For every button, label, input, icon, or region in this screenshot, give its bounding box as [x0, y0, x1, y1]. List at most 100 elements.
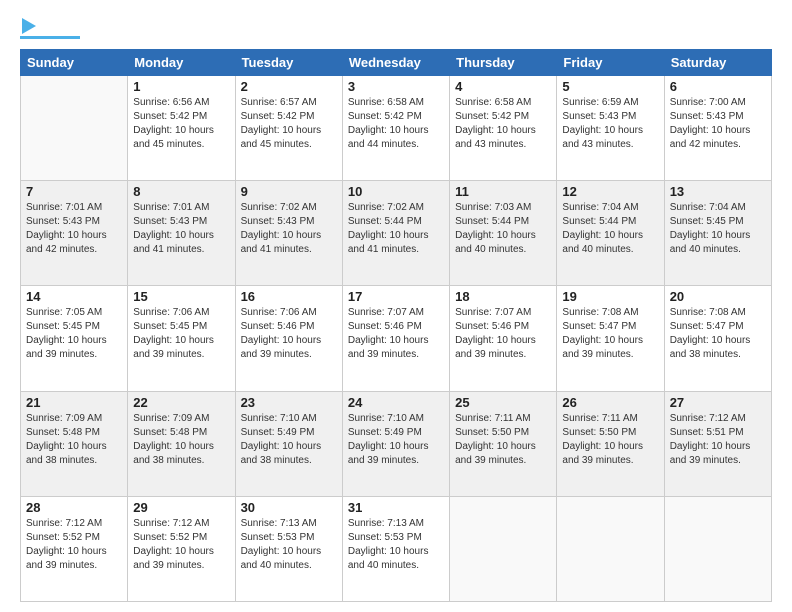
calendar-cell: 30 Sunrise: 7:13 AMSunset: 5:53 PMDayligh…: [235, 496, 342, 601]
day-number: 19: [562, 289, 658, 304]
day-number: 3: [348, 79, 444, 94]
calendar-cell: 26 Sunrise: 7:11 AMSunset: 5:50 PMDayligh…: [557, 391, 664, 496]
day-number: 20: [670, 289, 766, 304]
calendar-cell: [557, 496, 664, 601]
col-header-thursday: Thursday: [450, 50, 557, 76]
day-info: Sunrise: 7:11 AMSunset: 5:50 PMDaylight:…: [562, 412, 658, 468]
calendar-cell: 14 Sunrise: 7:05 AMSunset: 5:45 PMDayligh…: [21, 286, 128, 391]
day-info: Sunrise: 7:12 AMSunset: 5:52 PMDaylight:…: [26, 517, 122, 573]
calendar-cell: 4Sunrise: 6:58 AMSunset: 5:42 PMDaylight…: [450, 76, 557, 181]
logo-line: [20, 36, 80, 39]
logo-arrow-icon: [22, 18, 36, 34]
calendar-cell: 1 Sunrise: 6:56 AMSunset: 5:42 PMDaylight…: [128, 76, 235, 181]
day-number: 22: [133, 395, 229, 410]
col-header-monday: Monday: [128, 50, 235, 76]
day-number: 23: [241, 395, 337, 410]
day-info: Sunrise: 7:05 AMSunset: 5:45 PMDaylight:…: [26, 306, 122, 362]
col-header-sunday: Sunday: [21, 50, 128, 76]
day-info: Sunrise: 7:02 AMSunset: 5:43 PMDaylight:…: [241, 201, 337, 257]
day-info: Sunrise: 6:58 AMSunset: 5:42 PMDaylight:…: [348, 96, 444, 152]
calendar-week-row: 14 Sunrise: 7:05 AMSunset: 5:45 PMDayligh…: [21, 286, 772, 391]
calendar-cell: 15 Sunrise: 7:06 AMSunset: 5:45 PMDayligh…: [128, 286, 235, 391]
day-number: 17: [348, 289, 444, 304]
calendar-header-row: SundayMondayTuesdayWednesdayThursdayFrid…: [21, 50, 772, 76]
day-number: 15: [133, 289, 229, 304]
day-info: Sunrise: 7:13 AMSunset: 5:53 PMDaylight:…: [241, 517, 337, 573]
calendar-cell: 22 Sunrise: 7:09 AMSunset: 5:48 PMDayligh…: [128, 391, 235, 496]
day-info: Sunrise: 7:10 AMSunset: 5:49 PMDaylight:…: [348, 412, 444, 468]
day-number: 7: [26, 184, 122, 199]
day-number: 1: [133, 79, 229, 94]
day-number: 28: [26, 500, 122, 515]
day-info: Sunrise: 7:06 AMSunset: 5:45 PMDaylight:…: [133, 306, 229, 362]
calendar-cell: 24 Sunrise: 7:10 AMSunset: 5:49 PMDayligh…: [342, 391, 449, 496]
day-number: 16: [241, 289, 337, 304]
day-number: 6: [670, 79, 766, 94]
day-info: Sunrise: 7:13 AMSunset: 5:53 PMDaylight:…: [348, 517, 444, 573]
day-info: Sunrise: 7:10 AMSunset: 5:49 PMDaylight:…: [241, 412, 337, 468]
calendar-cell: 8Sunrise: 7:01 AMSunset: 5:43 PMDaylight…: [128, 181, 235, 286]
day-number: 10: [348, 184, 444, 199]
calendar-cell: 23 Sunrise: 7:10 AMSunset: 5:49 PMDayligh…: [235, 391, 342, 496]
calendar-cell: 18 Sunrise: 7:07 AMSunset: 5:46 PMDayligh…: [450, 286, 557, 391]
calendar-cell: 19Sunrise: 7:08 AMSunset: 5:47 PMDayligh…: [557, 286, 664, 391]
calendar-week-row: 28 Sunrise: 7:12 AMSunset: 5:52 PMDayligh…: [21, 496, 772, 601]
calendar-cell: 3 Sunrise: 6:58 AMSunset: 5:42 PMDaylight…: [342, 76, 449, 181]
day-info: Sunrise: 7:02 AMSunset: 5:44 PMDaylight:…: [348, 201, 444, 257]
day-number: 31: [348, 500, 444, 515]
calendar-cell: 31 Sunrise: 7:13 AMSunset: 5:53 PMDayligh…: [342, 496, 449, 601]
day-info: Sunrise: 7:06 AMSunset: 5:46 PMDaylight:…: [241, 306, 337, 362]
day-info: Sunrise: 6:56 AMSunset: 5:42 PMDaylight:…: [133, 96, 229, 152]
day-info: Sunrise: 7:09 AMSunset: 5:48 PMDaylight:…: [133, 412, 229, 468]
calendar-cell: [21, 76, 128, 181]
day-info: Sunrise: 6:57 AMSunset: 5:42 PMDaylight:…: [241, 96, 337, 152]
calendar-cell: 29Sunrise: 7:12 AMSunset: 5:52 PMDayligh…: [128, 496, 235, 601]
calendar-cell: 16 Sunrise: 7:06 AMSunset: 5:46 PMDayligh…: [235, 286, 342, 391]
day-info: Sunrise: 6:58 AMSunset: 5:42 PMDaylight:…: [455, 96, 551, 152]
day-info: Sunrise: 7:07 AMSunset: 5:46 PMDaylight:…: [348, 306, 444, 362]
calendar-cell: 10 Sunrise: 7:02 AMSunset: 5:44 PMDayligh…: [342, 181, 449, 286]
day-number: 14: [26, 289, 122, 304]
day-info: Sunrise: 7:11 AMSunset: 5:50 PMDaylight:…: [455, 412, 551, 468]
calendar-cell: 13 Sunrise: 7:04 AMSunset: 5:45 PMDayligh…: [664, 181, 771, 286]
day-info: Sunrise: 7:00 AMSunset: 5:43 PMDaylight:…: [670, 96, 766, 152]
day-info: Sunrise: 7:01 AMSunset: 5:43 PMDaylight:…: [26, 201, 122, 257]
day-number: 24: [348, 395, 444, 410]
calendar-cell: [664, 496, 771, 601]
day-info: Sunrise: 7:04 AMSunset: 5:44 PMDaylight:…: [562, 201, 658, 257]
col-header-friday: Friday: [557, 50, 664, 76]
day-info: Sunrise: 6:59 AMSunset: 5:43 PMDaylight:…: [562, 96, 658, 152]
col-header-wednesday: Wednesday: [342, 50, 449, 76]
day-number: 18: [455, 289, 551, 304]
calendar-week-row: 7 Sunrise: 7:01 AMSunset: 5:43 PMDaylight…: [21, 181, 772, 286]
day-number: 21: [26, 395, 122, 410]
header: [20, 18, 772, 39]
day-number: 8: [133, 184, 229, 199]
calendar-week-row: 1 Sunrise: 6:56 AMSunset: 5:42 PMDaylight…: [21, 76, 772, 181]
day-number: 30: [241, 500, 337, 515]
col-header-tuesday: Tuesday: [235, 50, 342, 76]
day-info: Sunrise: 7:03 AMSunset: 5:44 PMDaylight:…: [455, 201, 551, 257]
day-number: 11: [455, 184, 551, 199]
logo: [20, 18, 80, 39]
day-number: 9: [241, 184, 337, 199]
day-info: Sunrise: 7:08 AMSunset: 5:47 PMDaylight:…: [670, 306, 766, 362]
day-number: 27: [670, 395, 766, 410]
day-number: 2: [241, 79, 337, 94]
calendar-cell: 7 Sunrise: 7:01 AMSunset: 5:43 PMDaylight…: [21, 181, 128, 286]
calendar-cell: 12 Sunrise: 7:04 AMSunset: 5:44 PMDayligh…: [557, 181, 664, 286]
calendar-cell: 25 Sunrise: 7:11 AMSunset: 5:50 PMDayligh…: [450, 391, 557, 496]
calendar-cell: [450, 496, 557, 601]
day-number: 12: [562, 184, 658, 199]
day-number: 25: [455, 395, 551, 410]
calendar-cell: 11 Sunrise: 7:03 AMSunset: 5:44 PMDayligh…: [450, 181, 557, 286]
day-number: 26: [562, 395, 658, 410]
calendar-table: SundayMondayTuesdayWednesdayThursdayFrid…: [20, 49, 772, 602]
day-info: Sunrise: 7:04 AMSunset: 5:45 PMDaylight:…: [670, 201, 766, 257]
day-info: Sunrise: 7:07 AMSunset: 5:46 PMDaylight:…: [455, 306, 551, 362]
calendar-cell: 21Sunrise: 7:09 AMSunset: 5:48 PMDayligh…: [21, 391, 128, 496]
day-number: 13: [670, 184, 766, 199]
calendar-cell: 17 Sunrise: 7:07 AMSunset: 5:46 PMDayligh…: [342, 286, 449, 391]
calendar-cell: 27Sunrise: 7:12 AMSunset: 5:51 PMDayligh…: [664, 391, 771, 496]
calendar-cell: 5Sunrise: 6:59 AMSunset: 5:43 PMDaylight…: [557, 76, 664, 181]
